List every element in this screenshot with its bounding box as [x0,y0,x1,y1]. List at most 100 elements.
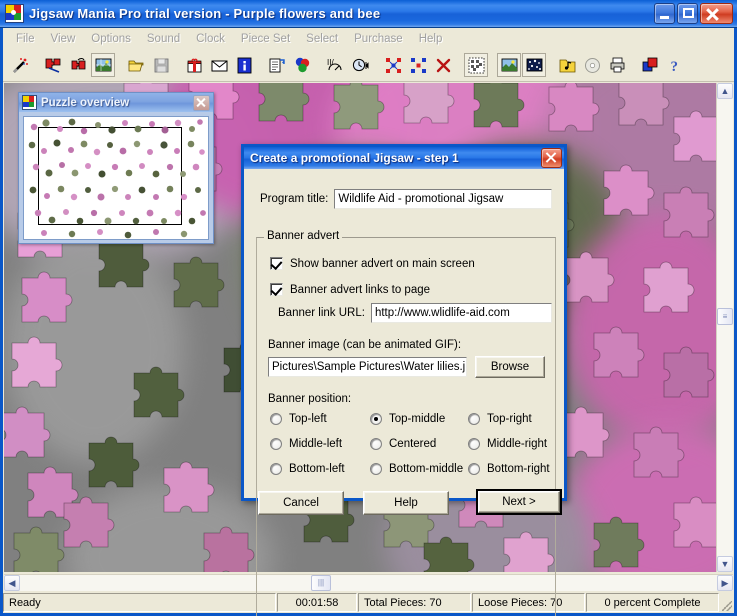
puzzle-assemble-icon[interactable] [66,53,90,77]
radio-bottom-right-button[interactable] [468,463,480,475]
browse-button[interactable]: Browse [475,356,545,378]
radio-bottom-right-label: Bottom-right [487,463,550,475]
radio-top-middle[interactable]: Top-middle [370,413,445,425]
radio-bottom-middle-button[interactable] [370,463,382,475]
toolbar-separator [257,53,265,77]
overview-title: Puzzle overview [41,97,193,109]
close-button[interactable] [700,3,733,24]
color-wheel-icon[interactable] [290,53,314,77]
scroll-up-arrow[interactable]: ▲ [717,83,733,99]
menu-item-help[interactable]: Help [411,31,451,47]
radio-top-right[interactable]: Top-right [468,413,532,425]
layers-icon[interactable] [638,53,662,77]
banner-image-input[interactable]: Pictures\Sample Pictures\Water lilies.jp… [268,357,467,377]
promotional-jigsaw-dialog[interactable]: Create a promotional Jigsaw - step 1 Pro… [241,144,567,501]
radio-bottom-right[interactable]: Bottom-right [468,463,550,475]
gather-pieces-icon[interactable] [406,53,430,77]
menu-item-piece-set[interactable]: Piece Set [233,31,298,47]
radio-centered-button[interactable] [370,438,382,450]
cd-icon[interactable] [580,53,604,77]
picture-puzzle-icon[interactable] [91,53,115,77]
show-banner-checkbox-row[interactable]: Show banner advert on main screen [270,257,475,270]
radio-bottom-left[interactable]: Bottom-left [270,463,345,475]
help-button[interactable]: Help [363,491,449,515]
delete-x-icon[interactable] [431,53,455,77]
radio-top-middle-button[interactable] [370,413,382,425]
open-folder-icon[interactable] [124,53,148,77]
toolbar-separator [116,53,124,77]
radio-bottom-middle-label: Bottom-middle [389,463,463,475]
vertical-scroll-thumb[interactable]: ≡ [717,308,733,325]
dialog-title-bar: Create a promotional Jigsaw - step 1 [244,147,564,169]
radio-centered-label: Centered [389,438,436,450]
svg-text:?: ? [670,59,678,74]
gift-icon[interactable] [182,53,206,77]
shape-select-icon[interactable] [464,53,488,77]
radio-bottom-middle[interactable]: Bottom-middle [370,463,463,475]
program-title-row: Program title: Wildlife Aid - promotiona… [260,189,552,209]
save-disk-icon[interactable] [149,53,173,77]
radio-middle-left[interactable]: Middle-left [270,438,342,450]
menu-item-view[interactable]: View [43,31,84,47]
print-icon[interactable] [605,53,629,77]
minimize-button[interactable] [654,3,675,24]
menu-item-file[interactable]: File [8,31,43,47]
vertical-scrollbar[interactable]: ▲ ≡ ▼ [716,83,733,572]
puzzle-overview-window[interactable]: Puzzle overview [18,92,214,244]
links-to-page-checkbox-row[interactable]: Banner advert links to page [270,283,430,296]
show-banner-checkbox[interactable] [270,257,283,270]
radio-middle-right[interactable]: Middle-right [468,438,547,450]
overview-title-bar: Puzzle overview [19,93,213,112]
scroll-left-arrow[interactable]: ◀ [4,575,20,591]
toolbar-separator [373,53,381,77]
links-to-page-checkbox[interactable] [270,283,283,296]
radio-top-right-button[interactable] [468,413,480,425]
radio-middle-right-button[interactable] [468,438,480,450]
scroll-thumb-grip: ≡ [723,313,728,321]
window-resize-grip[interactable] [720,592,734,613]
menu-item-purchase[interactable]: Purchase [346,31,411,47]
program-title-label: Program title: [260,193,328,205]
radio-bottom-left-button[interactable] [270,463,282,475]
program-title-input[interactable]: Wildlife Aid - promotional Jigsaw [334,189,552,209]
toolbar-separator [33,53,41,77]
scatter-pieces-icon[interactable] [381,53,405,77]
menu-item-sound[interactable]: Sound [139,31,188,47]
toolbar-separator [630,53,638,77]
scroll-down-arrow[interactable]: ▼ [717,556,733,572]
image-preview-icon[interactable] [497,53,521,77]
toolbar-separator [547,53,555,77]
properties-icon[interactable] [265,53,289,77]
radio-top-right-label: Top-right [487,413,532,425]
dialog-close-button[interactable] [541,148,562,168]
menu-item-clock[interactable]: Clock [188,31,233,47]
info-icon[interactable] [232,53,256,77]
radio-top-left-button[interactable] [270,413,282,425]
banner-image-label: Banner image (can be animated GIF): [268,339,461,351]
clock-icon[interactable] [348,53,372,77]
radio-middle-left-button[interactable] [270,438,282,450]
radio-centered[interactable]: Centered [370,438,436,450]
toolbar-separator [489,53,497,77]
banner-url-input[interactable]: http://www.wlidlife-aid.com [371,303,552,323]
menu-item-options[interactable]: Options [83,31,139,47]
maximize-button[interactable] [677,3,698,24]
help-question-icon[interactable]: ? [663,53,687,77]
puzzle-new-icon[interactable] [41,53,65,77]
speed-icon[interactable]: II/ [323,53,347,77]
scroll-right-arrow[interactable]: ▶ [717,575,733,591]
radio-top-left[interactable]: Top-left [270,413,327,425]
magic-wand-icon[interactable] [8,53,32,77]
overview-pieces [24,117,208,239]
background-icon[interactable] [522,53,546,77]
window-title: Jigsaw Mania Pro trial version - Purple … [29,6,652,21]
status-progress: 0 percent Complete [586,593,719,612]
cancel-button[interactable]: Cancel [258,491,344,515]
sound-folder-icon[interactable] [555,53,579,77]
overview-close-button[interactable] [193,95,210,111]
envelope-icon[interactable] [207,53,231,77]
radio-bottom-left-label: Bottom-left [289,463,345,475]
next-button[interactable]: Next > [476,489,562,515]
menu-item-select[interactable]: Select [298,31,346,47]
overview-canvas[interactable] [23,116,209,240]
